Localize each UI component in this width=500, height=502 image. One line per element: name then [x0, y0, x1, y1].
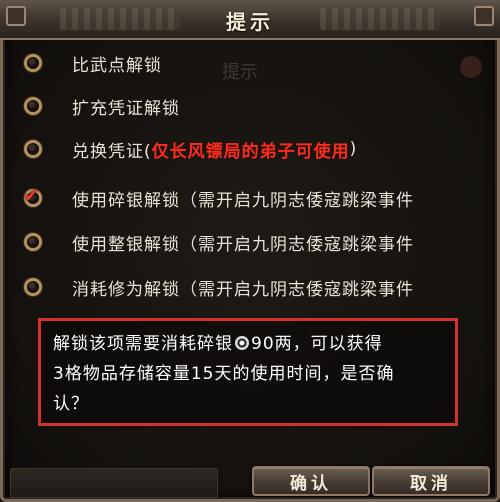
checkmark-icon: ✔ — [23, 183, 41, 207]
radio-icon[interactable] — [24, 140, 42, 158]
option-silver-ingots[interactable]: 使用整银解锁（需开启九阴志倭寇跳梁事件 — [24, 227, 414, 257]
confirm-button[interactable]: 确认 — [252, 466, 370, 496]
radio-icon[interactable] — [24, 97, 42, 115]
corner-ornament-icon — [474, 6, 494, 26]
option-label-suffix: ) — [349, 139, 358, 159]
radio-icon[interactable] — [24, 278, 42, 296]
message-line-1: 解锁该项需要消耗碎银 90两，可以获得 — [53, 329, 445, 359]
option-label: 消耗修为解锁（需开启九阴志倭寇跳梁事件 — [72, 279, 414, 300]
option-label: 使用整银解锁（需开启九阴志倭寇跳梁事件 — [72, 234, 414, 255]
silver-coin-icon — [235, 336, 249, 350]
message-line-2: 3格物品存储容量15天的使用时间，是否确 — [53, 364, 395, 384]
confirm-message-box: 解锁该项需要消耗碎银 90两，可以获得 3格物品存储容量15天的使用时间，是否确 … — [38, 318, 458, 426]
title-ornament-right — [320, 8, 440, 30]
option-label-prefix: 兑换凭证( — [72, 141, 152, 162]
background-dialog-title: 提示 — [222, 62, 258, 83]
message-line-3: 认？ — [53, 394, 89, 414]
option-exchange-voucher[interactable]: 兑换凭证(仅长风镖局的弟子可使用) — [24, 134, 357, 164]
message-amount: 90两，可以获得 — [251, 334, 383, 354]
message-text: 解锁该项需要消耗碎银 — [53, 334, 233, 354]
background-close-icon — [460, 56, 482, 78]
option-label: 使用碎银解锁（需开启九阴志倭寇跳梁事件 — [72, 190, 414, 211]
radio-icon[interactable] — [24, 233, 42, 251]
cancel-button[interactable]: 取消 — [372, 466, 490, 496]
radio-selected-icon[interactable]: ✔ — [23, 183, 42, 207]
option-expand-voucher[interactable]: 扩充凭证解锁 — [24, 91, 180, 121]
option-cultivation[interactable]: 消耗修为解锁（需开启九阴志倭寇跳梁事件 — [24, 272, 414, 302]
option-label-highlight: 仅长风镖局的弟子可使用 — [151, 141, 350, 162]
background-footer-bar — [10, 468, 218, 498]
option-label: 扩充凭证解锁 — [72, 98, 180, 119]
dialog-titlebar: 提示 — [0, 0, 500, 40]
radio-icon[interactable] — [24, 54, 42, 72]
option-arena-points[interactable]: 比武点解锁 — [24, 48, 162, 78]
option-label: 比武点解锁 — [72, 55, 162, 76]
option-silver-fragments[interactable]: ✔ 使用碎银解锁（需开启九阴志倭寇跳梁事件 — [23, 183, 414, 213]
